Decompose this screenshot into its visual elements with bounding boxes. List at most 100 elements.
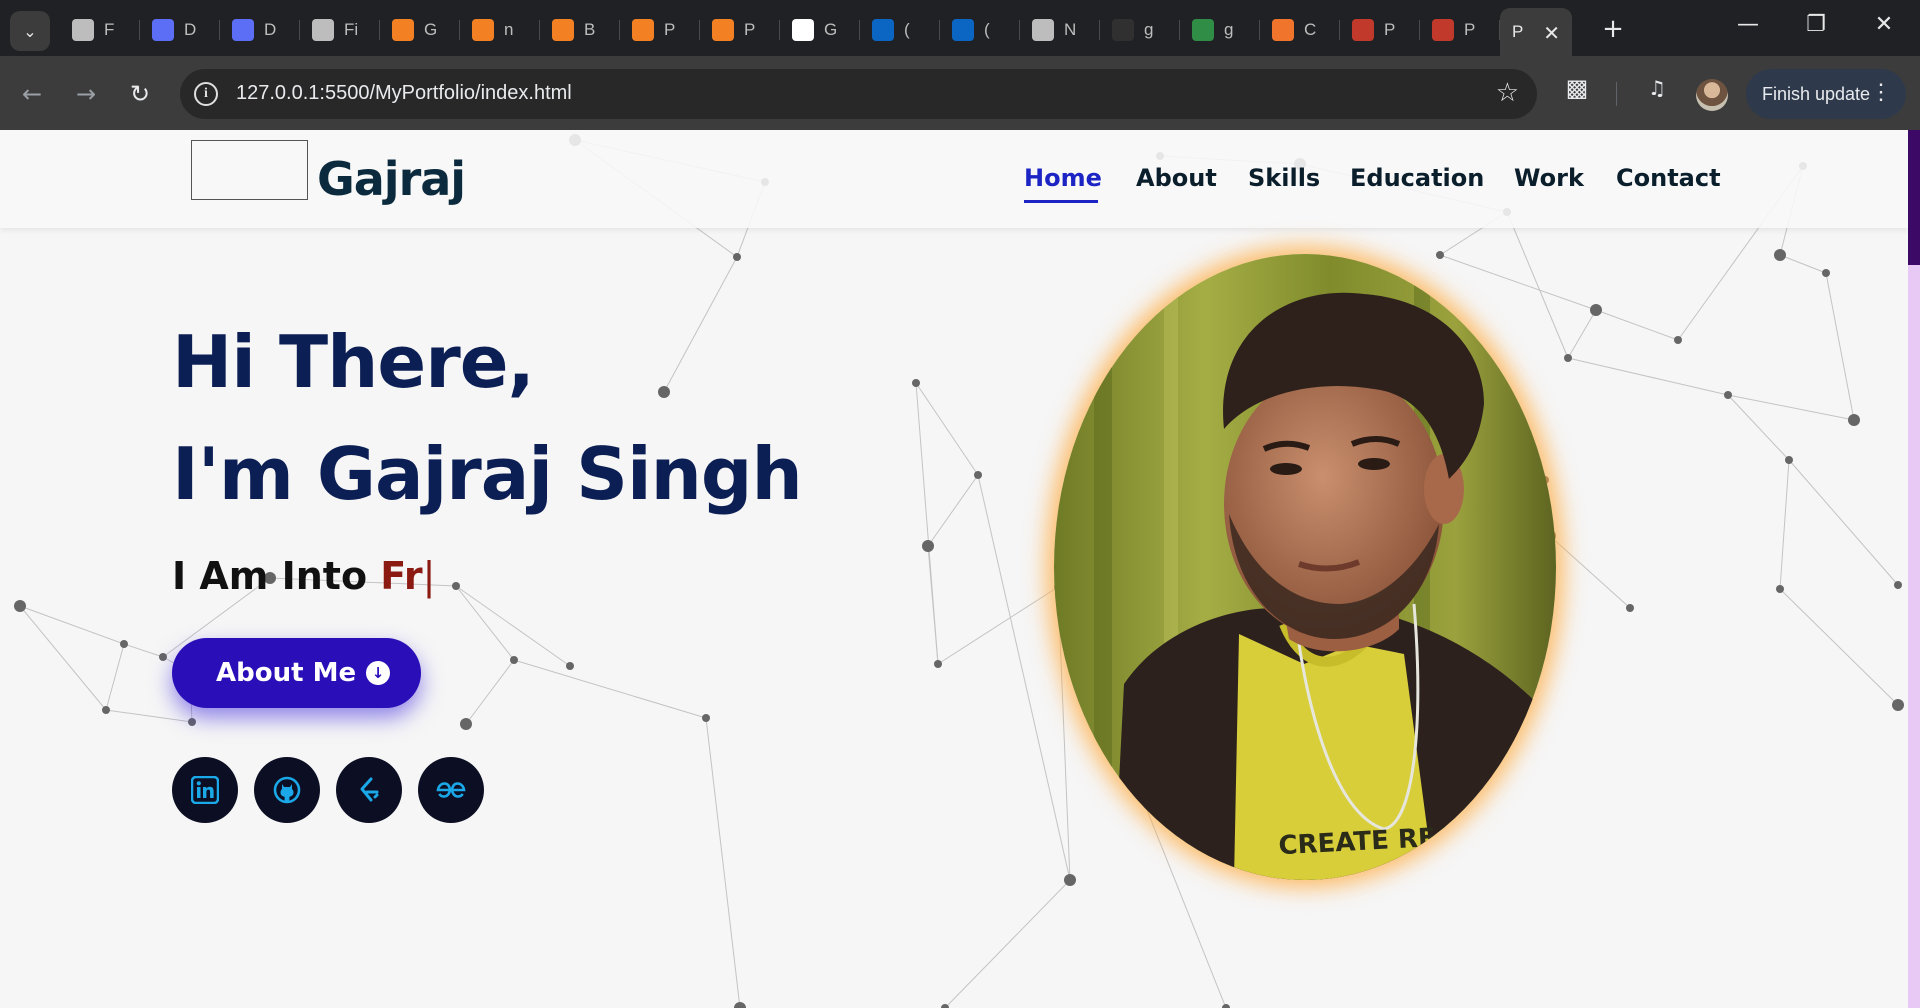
tab-list: F D D Fi Gn B P P G((Ng g C P P P ✕: [60, 8, 1572, 56]
tab-title: P: [664, 20, 676, 39]
minimize-icon[interactable]: —: [1728, 12, 1768, 37]
github-icon: [273, 776, 301, 804]
codepen-icon: [1272, 19, 1294, 41]
stackoverflow-icon: [712, 19, 734, 41]
site-info-icon[interactable]: i: [194, 82, 218, 106]
browser-tab[interactable]: P: [700, 8, 780, 52]
tab-title: G: [424, 20, 438, 39]
tab-search-button[interactable]: ⌄: [10, 11, 50, 51]
logo-image[interactable]: [191, 140, 308, 200]
profile-photo: CREATE REA: [1054, 254, 1556, 880]
address-bar[interactable]: i 127.0.0.1:5500/MyPortfolio/index.html …: [180, 69, 1537, 119]
browser-tab[interactable]: N: [1020, 8, 1100, 52]
reload-icon[interactable]: ↻: [122, 76, 158, 112]
tab-title: P: [1384, 20, 1396, 39]
tab-title: C: [1304, 20, 1317, 39]
site-header: Gajraj Home About Skills Education Work …: [0, 130, 1908, 228]
nav-home[interactable]: Home: [1024, 164, 1102, 192]
tab-title: g: [1224, 20, 1234, 39]
chevron-down-icon: ⌄: [23, 21, 37, 41]
about-me-button[interactable]: About Me ↓: [172, 638, 421, 708]
browser-tab[interactable]: P: [1340, 8, 1420, 52]
tab-title: (: [984, 20, 990, 39]
linkedin-icon: [952, 19, 974, 41]
browser-tab[interactable]: (: [940, 8, 1020, 52]
chrome-icon: [1032, 19, 1054, 41]
nav-about[interactable]: About: [1136, 164, 1217, 192]
arrow-down-circle-icon: ↓: [366, 661, 391, 685]
browser-tab[interactable]: D: [220, 8, 300, 52]
tab-title: G: [824, 20, 838, 39]
close-tab-icon[interactable]: ✕: [1543, 21, 1560, 45]
browser-toolbar: ← → ↻ i 127.0.0.1:5500/MyPortfolio/index…: [0, 56, 1920, 130]
browser-tab[interactable]: D: [140, 8, 220, 52]
about-me-label: About Me: [216, 658, 357, 688]
hero-typed-text: Fr: [380, 554, 423, 598]
restore-icon[interactable]: ❐: [1796, 12, 1836, 37]
browser-tab[interactable]: B: [540, 8, 620, 52]
linkedin-icon: [191, 776, 219, 804]
portfolio-page: Gajraj Home About Skills Education Work …: [0, 130, 1920, 1008]
github-icon: [1112, 19, 1134, 41]
finish-update-label: Finish update: [1762, 83, 1871, 104]
browser-tab[interactable]: g: [1100, 8, 1180, 52]
browser-tab[interactable]: g: [1180, 8, 1260, 52]
github-icon: [792, 19, 814, 41]
browser-tab[interactable]: P: [1420, 8, 1500, 52]
tab-title: N: [1064, 20, 1077, 39]
tab-title: n: [504, 20, 514, 39]
nav-contact[interactable]: Contact: [1616, 164, 1721, 192]
tab-title: Fi: [344, 20, 358, 39]
browser-tab[interactable]: F: [60, 8, 140, 52]
extensions-icon[interactable]: ▩: [1560, 74, 1594, 108]
nav-work[interactable]: Work: [1514, 164, 1584, 192]
github-link[interactable]: [254, 757, 320, 823]
browser-tab[interactable]: P: [620, 8, 700, 52]
back-icon[interactable]: ←: [14, 76, 50, 112]
avatar-icon: [1432, 19, 1454, 41]
stackoverflow-icon: [392, 19, 414, 41]
avatar-icon: [1352, 19, 1374, 41]
new-tab-button[interactable]: +: [1596, 14, 1630, 48]
nav-active-underline: [1024, 200, 1098, 203]
geeksforgeeks-link[interactable]: [418, 757, 484, 823]
globe-icon: [312, 19, 334, 41]
leetcode-link[interactable]: [336, 757, 402, 823]
nav-education[interactable]: Education: [1350, 164, 1484, 192]
close-window-icon[interactable]: ✕: [1864, 12, 1904, 37]
media-controls-icon[interactable]: ♫: [1640, 76, 1674, 110]
site-logo-text[interactable]: Gajraj: [317, 152, 466, 206]
linkedin-icon: [872, 19, 894, 41]
bookmark-star-icon[interactable]: ☆: [1496, 78, 1519, 108]
forward-icon[interactable]: →: [68, 76, 104, 112]
browser-tab[interactable]: G: [380, 8, 460, 52]
tab-title: D: [264, 20, 277, 39]
tab-title: P: [1512, 22, 1524, 41]
browser-tab[interactable]: Fi: [300, 8, 380, 52]
browser-tab[interactable]: (: [860, 8, 940, 52]
tab-title: F: [104, 20, 115, 39]
browser-tab[interactable]: n: [460, 8, 540, 52]
browser-tab-strip: ⌄ F D D Fi Gn B P P G((Ng g C P P P ✕ + — ❐ ✕: [0, 0, 1920, 56]
more-menu-icon[interactable]: ⋮: [1870, 79, 1892, 105]
tab-title: (: [904, 20, 910, 39]
devto-bird-icon: [152, 19, 174, 41]
nav-skills[interactable]: Skills: [1248, 164, 1320, 192]
page-scrollbar-thumb[interactable]: [1908, 130, 1920, 265]
linkedin-link[interactable]: [172, 757, 238, 823]
tab-title: D: [184, 20, 197, 39]
hero-typewriter-line: I Am Into Fr|: [172, 554, 435, 598]
finish-update-button[interactable]: Finish update ⋮: [1746, 69, 1906, 119]
profile-avatar[interactable]: [1696, 79, 1728, 111]
url-text[interactable]: 127.0.0.1:5500/MyPortfolio/index.html: [236, 82, 572, 105]
browser-tab[interactable]: C: [1260, 8, 1340, 52]
browser-tab[interactable]: G: [780, 8, 860, 52]
stackoverflow-icon: [472, 19, 494, 41]
infinity-icon: [72, 19, 94, 41]
tab-title: P: [744, 20, 756, 39]
tab-title: g: [1144, 20, 1154, 39]
hero-greeting: Hi There,: [172, 320, 535, 404]
geeksforgeeks-icon: [436, 782, 466, 798]
devto-bird-icon: [232, 19, 254, 41]
browser-tab-active[interactable]: P ✕: [1500, 8, 1572, 56]
